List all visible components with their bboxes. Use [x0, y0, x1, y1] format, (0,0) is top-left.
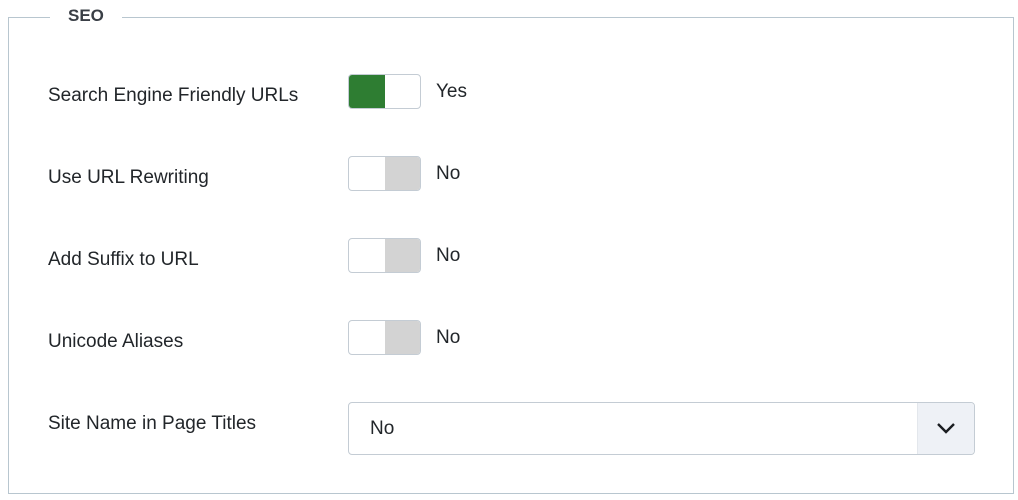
- switch-off-segment: [384, 321, 420, 354]
- label-use-url-rewriting: Use URL Rewriting: [48, 167, 209, 188]
- url-rewriting-toggle[interactable]: [348, 156, 421, 191]
- url-rewriting-state: No: [436, 163, 461, 184]
- sef-urls-state: Yes: [436, 81, 467, 102]
- select-value: No: [370, 418, 395, 439]
- select-dropdown-button[interactable]: [917, 403, 974, 454]
- add-suffix-state: No: [436, 245, 461, 266]
- switch-off-segment: [384, 157, 420, 190]
- sef-urls-toggle[interactable]: [348, 74, 421, 109]
- chevron-down-icon: [937, 423, 955, 434]
- label-add-suffix-to-url: Add Suffix to URL: [48, 249, 199, 270]
- unicode-aliases-toggle[interactable]: [348, 320, 421, 355]
- fieldset-legend: SEO: [50, 6, 122, 26]
- switch-off-segment: [384, 239, 420, 272]
- label-site-name-in-page-titles: Site Name in Page Titles: [48, 413, 257, 434]
- unicode-aliases-state: No: [436, 327, 461, 348]
- label-search-engine-friendly-urls: Search Engine Friendly URLs: [48, 85, 299, 106]
- add-suffix-toggle[interactable]: [348, 238, 421, 273]
- label-unicode-aliases: Unicode Aliases: [48, 331, 184, 352]
- switch-on-segment: [349, 75, 385, 108]
- site-name-in-page-titles-select[interactable]: No: [348, 402, 975, 455]
